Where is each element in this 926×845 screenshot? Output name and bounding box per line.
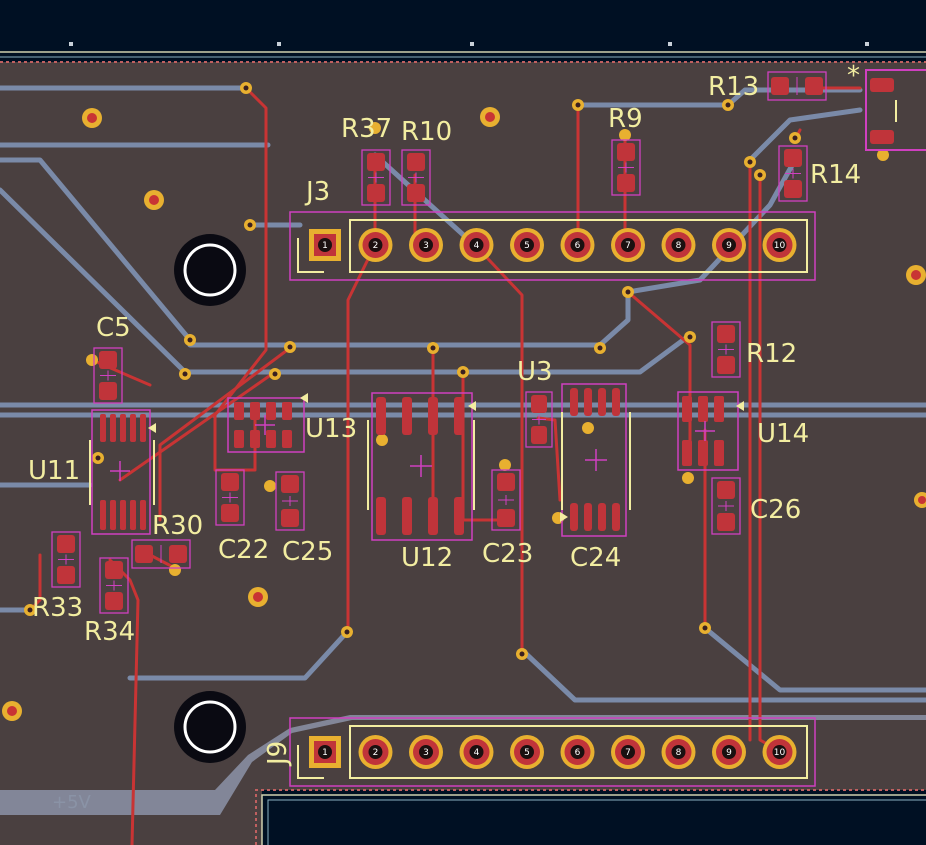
ref-c26: C26 [750, 495, 801, 525]
svg-text:2: 2 [373, 241, 379, 251]
ref-u14: U14 [757, 419, 809, 449]
j9-pin-7[interactable]: 7 [611, 735, 645, 769]
svg-text:3: 3 [423, 241, 429, 251]
net-label-5v: +5V [52, 792, 92, 813]
j9-pin-10[interactable]: 10 [762, 735, 797, 769]
ref-r12: R12 [746, 339, 797, 369]
ref-u11: U11 [28, 456, 80, 486]
ref-c5: C5 [96, 313, 131, 343]
star-mark: * [847, 61, 860, 91]
ref-r10: R10 [401, 117, 452, 147]
ref-j9: J9 [263, 741, 293, 767]
mounting-hole-top [174, 234, 246, 306]
ref-c23: C23 [482, 539, 533, 569]
j3-pin-1[interactable]: 1 [309, 229, 341, 261]
ref-r34: R34 [84, 617, 135, 647]
ref-r13: R13 [708, 72, 759, 102]
j9-pin-8[interactable]: 8 [661, 735, 696, 769]
svg-text:8: 8 [676, 241, 682, 251]
ref-u12: U12 [401, 543, 453, 573]
svg-text:7: 7 [625, 748, 631, 758]
j9-pin-5[interactable]: 5 [510, 735, 544, 769]
mounting-hole-bottom [174, 691, 246, 763]
ref-r14: R14 [810, 160, 861, 190]
svg-text:6: 6 [575, 748, 581, 758]
ref-u3: U3 [517, 357, 553, 387]
j9-pin-3[interactable]: 3 [409, 735, 443, 769]
j3-pin-10[interactable]: 10 [762, 228, 797, 262]
ref-u13: U13 [305, 414, 357, 444]
j3-pin-3[interactable]: 3 [409, 228, 443, 262]
j3-pin-6[interactable]: 6 [560, 228, 595, 262]
j9-pin-9[interactable]: 9 [712, 735, 746, 769]
j9-pin-2[interactable]: 2 [358, 735, 393, 769]
j3-pin-7[interactable]: 7 [611, 228, 645, 262]
svg-text:10: 10 [774, 748, 786, 758]
svg-text:2: 2 [373, 748, 379, 758]
j3-pin-8[interactable]: 8 [661, 228, 696, 262]
svg-text:10: 10 [774, 241, 786, 251]
svg-text:5: 5 [524, 241, 530, 251]
svg-text:1: 1 [322, 748, 328, 758]
ref-c25: C25 [282, 537, 333, 567]
ref-r37: R37 [341, 114, 392, 144]
j3-pin-5[interactable]: 5 [510, 228, 544, 262]
svg-text:4: 4 [474, 748, 480, 758]
ref-r9: R9 [608, 104, 643, 134]
svg-text:6: 6 [575, 241, 581, 251]
j9-pin-1[interactable]: 1 [309, 736, 341, 768]
svg-text:7: 7 [625, 241, 631, 251]
j9-pin-6[interactable]: 6 [560, 735, 595, 769]
ref-j3: J3 [304, 177, 330, 207]
ref-c24: C24 [570, 543, 621, 573]
svg-text:5: 5 [524, 748, 530, 758]
svg-text:9: 9 [726, 241, 732, 251]
svg-text:1: 1 [322, 241, 328, 251]
svg-text:4: 4 [474, 241, 480, 251]
j3-pin-2[interactable]: 2 [358, 228, 393, 262]
svg-text:3: 3 [423, 748, 429, 758]
ref-c22: C22 [218, 535, 269, 565]
j9-pin-4[interactable]: 4 [459, 735, 494, 769]
ref-r33: R33 [32, 593, 83, 623]
j3-pin-4[interactable]: 4 [459, 228, 494, 262]
svg-text:9: 9 [726, 748, 732, 758]
svg-text:8: 8 [676, 748, 682, 758]
j3-pin-9[interactable]: 9 [712, 228, 746, 262]
ref-r30: R30 [152, 511, 203, 541]
pcb-layout-canvas[interactable]: 1 2 3 4 5 6 7 8 9 10 1 2 3 4 5 6 7 8 9 10 [0, 0, 926, 845]
